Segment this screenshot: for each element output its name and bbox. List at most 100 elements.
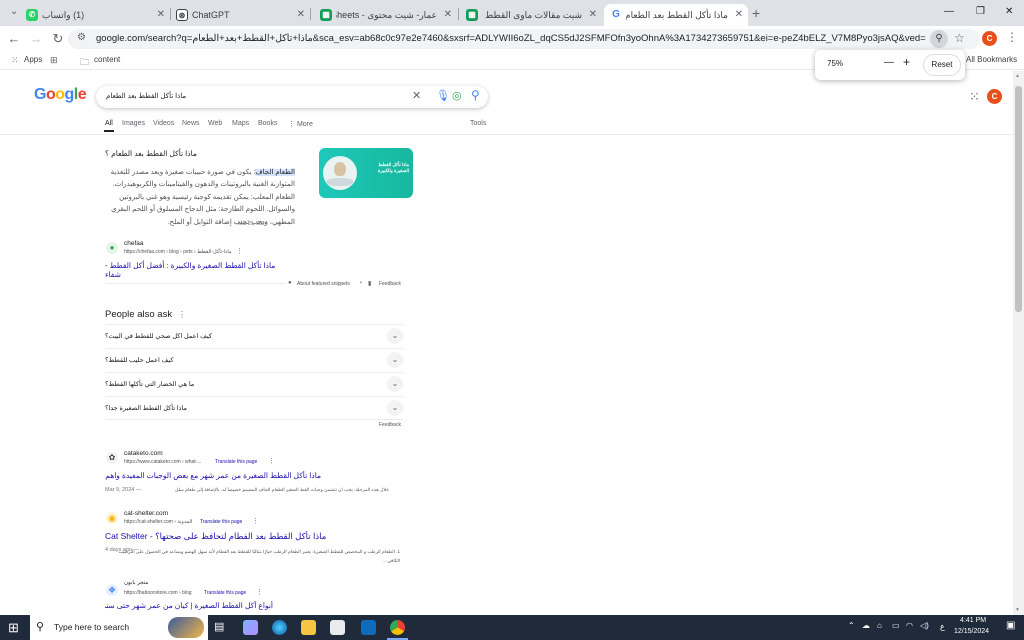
chevron-down-icon[interactable]: ⌄: [387, 328, 403, 344]
reload-icon[interactable]: ↻: [50, 31, 66, 47]
result-site[interactable]: cataketo.com: [124, 450, 163, 457]
tab-web[interactable]: Web: [208, 120, 222, 127]
wifi-icon[interactable]: ◠: [906, 621, 913, 630]
result-title[interactable]: Cat Shelter - ماذا تأكل القطط بعد الفطام…: [105, 531, 335, 542]
source-url[interactable]: https://chefaa.com › blog › pets › ماذا-…: [124, 249, 232, 255]
result-url[interactable]: https://www.cataketo.com › what-...: [124, 459, 202, 465]
file-explorer-icon[interactable]: [301, 620, 316, 635]
bookmark-star-icon[interactable]: ☆: [954, 31, 965, 45]
windows-start-icon[interactable]: ⊞: [8, 620, 19, 635]
close-icon[interactable]: ✕: [589, 4, 597, 26]
task-view-icon[interactable]: ▤: [214, 620, 229, 635]
tab-google-search[interactable]: G ماذا تأكل القطط بعد الطعام - Google Se…: [604, 4, 748, 26]
tools-button[interactable]: Tools: [470, 120, 486, 127]
search-icon[interactable]: ⚲: [471, 88, 480, 102]
taskbar-search-box[interactable]: ⚲ Type here to search: [30, 615, 208, 640]
paa-question[interactable]: ما هي الخضار التي تأكلها القطط؟ ⌄: [105, 372, 403, 396]
zoom-reset-button[interactable]: Reset: [923, 54, 961, 76]
result-url[interactable]: https://cat-shelter.com › المدونة: [124, 519, 192, 525]
menu-kebab-icon[interactable]: ⋮: [1006, 30, 1018, 44]
paa-feedback-link[interactable]: Feedback: [379, 422, 401, 428]
outlook-icon[interactable]: [361, 620, 376, 635]
apps-grid-icon[interactable]: ⁙: [11, 55, 19, 66]
result-url[interactable]: https://baboonstore.com › blog: [124, 590, 192, 596]
more-options-icon[interactable]: ⋮: [236, 247, 243, 255]
tab-sheets-1[interactable]: ▦ عمار- شيت محتوى - Google Sheets ✕: [314, 4, 457, 26]
tab-more[interactable]: ⋮ More: [288, 120, 313, 128]
clock-date[interactable]: 12/15/2024: [954, 628, 989, 635]
url-text[interactable]: google.com/search?q=ماذا+تأكل+القطط+بعد+…: [96, 33, 926, 44]
chevron-down-icon[interactable]: ⌄: [387, 352, 403, 368]
close-icon[interactable]: ✕: [157, 4, 165, 26]
paa-question[interactable]: ماذا تأكل القطط الصغيرة جدا؟ ⌄: [105, 396, 403, 420]
zoom-in-button[interactable]: +: [903, 55, 910, 69]
back-arrow-icon[interactable]: ←: [6, 31, 22, 47]
scroll-up-icon[interactable]: ▲: [1015, 73, 1020, 79]
snippet-link-title[interactable]: ماذا تأكل القطط الصغيرة والكبيرة : أفضل …: [105, 261, 285, 279]
more-options-icon[interactable]: ⋮: [256, 588, 263, 596]
search-query-text[interactable]: ماذا تأكل القطط بعد الطعام: [106, 92, 186, 100]
close-icon[interactable]: ✕: [735, 4, 743, 26]
clock-time[interactable]: 4:41 PM: [960, 617, 986, 624]
all-bookmarks[interactable]: All Bookmarks: [966, 55, 1017, 64]
close-icon[interactable]: ✕: [297, 4, 305, 26]
snippet-thumbnail[interactable]: ماذا تأكل القطط الصغيرة والكبيرة: [319, 148, 413, 198]
google-logo[interactable]: Google: [34, 86, 87, 104]
more-options-icon[interactable]: ⋮: [252, 517, 259, 525]
result-title[interactable]: أنواع أكل القطط الصغيرة | كيان من عمر شه…: [105, 601, 273, 610]
search-box[interactable]: ماذا تأكل القطط بعد الطعام ✕ 🎙 ◎ ⚲: [96, 86, 488, 108]
profile-avatar[interactable]: C: [982, 31, 997, 46]
bookmark-content-folder[interactable]: content: [94, 55, 120, 64]
result-title[interactable]: ماذا تأكل القطط الصغيرة من عمر شهر مع بع…: [105, 471, 321, 480]
site-info-icon[interactable]: ⚙: [77, 32, 86, 43]
page-scrollbar-thumb[interactable]: [1015, 86, 1022, 312]
tab-maps[interactable]: Maps: [232, 120, 249, 127]
translate-link[interactable]: Translate this page: [204, 590, 246, 596]
source-name[interactable]: chefaa: [124, 240, 144, 247]
tab-videos[interactable]: Videos: [153, 120, 174, 127]
chevron-down-icon[interactable]: ⌄: [387, 400, 403, 416]
volume-icon[interactable]: ◁): [920, 621, 929, 630]
tab-search-dropdown-icon[interactable]: ⌄: [10, 6, 18, 17]
paa-question[interactable]: كيف اعمل حليب للقطط؟ ⌄: [105, 348, 403, 372]
about-featured-snippets-link[interactable]: About featured snippets: [297, 281, 350, 287]
forward-arrow-icon[interactable]: →: [28, 31, 44, 47]
taskbar-search-placeholder[interactable]: Type here to search: [54, 622, 129, 632]
voice-search-icon[interactable]: 🎙: [436, 89, 450, 102]
close-icon[interactable]: ✕: [444, 4, 452, 26]
microsoft-store-icon[interactable]: [330, 620, 345, 635]
chevron-down-icon[interactable]: ⌄: [387, 376, 403, 392]
paa-question[interactable]: كيف اعمل اكل صحي للقطط في البيت؟ ⌄: [105, 324, 403, 348]
new-tab-button[interactable]: +: [752, 5, 760, 21]
tab-whatsapp[interactable]: ✆ (1) واتساب ✕: [20, 4, 170, 26]
tab-images[interactable]: Images: [122, 120, 145, 127]
input-language[interactable]: ع: [940, 622, 945, 631]
translate-link[interactable]: Translate this page: [200, 519, 242, 525]
copilot-icon[interactable]: [243, 620, 258, 635]
system-tray-up-icon[interactable]: ⌃: [848, 621, 855, 630]
minimize-button[interactable]: —: [944, 6, 954, 17]
address-bar[interactable]: ⚙ google.com/search?q=ماذا+تأكل+القطط+بع…: [68, 29, 980, 49]
notifications-icon[interactable]: ▣: [1006, 620, 1015, 631]
close-window-button[interactable]: ✕: [1005, 6, 1013, 17]
tab-sheets-2[interactable]: ▦ شيت مقالات ماوى القطط - Sheets ✕: [460, 4, 602, 26]
tab-news[interactable]: News: [182, 120, 200, 127]
bookmark-apps[interactable]: Apps: [24, 55, 42, 64]
lens-search-icon[interactable]: ◎: [452, 89, 462, 102]
result-site[interactable]: cat-shelter.com: [124, 510, 168, 517]
search-highlight-image[interactable]: [168, 617, 204, 638]
tab-groups-icon[interactable]: ⊞: [50, 55, 58, 66]
clear-search-icon[interactable]: ✕: [412, 89, 421, 102]
tab-books[interactable]: Books: [258, 120, 277, 127]
network-icon[interactable]: ⌂: [877, 621, 882, 630]
google-apps-icon[interactable]: ⁙: [969, 89, 980, 105]
more-options-icon[interactable]: ⋮: [268, 457, 275, 465]
tab-chatgpt[interactable]: ⊛ ChatGPT ✕: [170, 4, 310, 26]
tab-all[interactable]: All: [105, 120, 113, 127]
zoom-out-button[interactable]: —: [884, 57, 894, 68]
paa-more-icon[interactable]: ⋮: [178, 310, 186, 319]
cloud-icon[interactable]: ☁: [862, 621, 870, 630]
result-site[interactable]: متجر بابون: [124, 580, 154, 586]
restore-button[interactable]: ❐: [976, 6, 985, 17]
battery-icon[interactable]: ▭: [892, 621, 900, 630]
